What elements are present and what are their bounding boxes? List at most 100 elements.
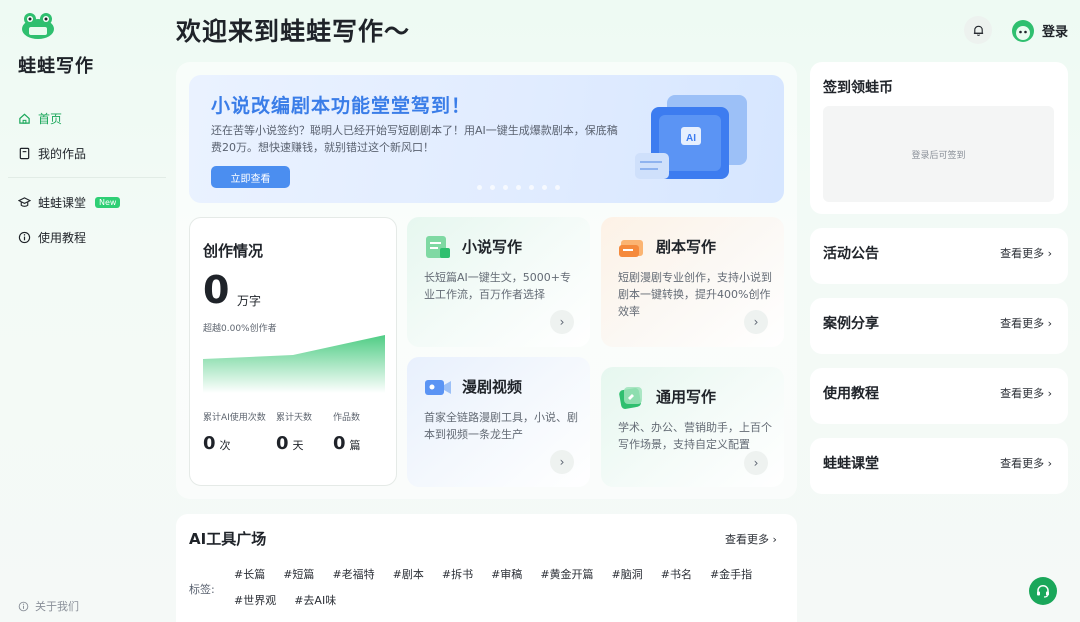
sidebar-item-home[interactable]: 首页 [18,110,62,127]
stat-label: 累计天数 [276,413,313,423]
page-title: 欢迎来到蛙蛙写作～ [176,17,411,46]
customer-service-button[interactable] [1029,577,1057,605]
tag-item[interactable]: #金手指 [710,566,752,582]
checkin-hint: 登录后可签到 [911,150,966,161]
case-share-card[interactable]: 案例分享 查看更多 › [810,298,1068,354]
tool-description: 长短篇AI一键生文，5000+专业工作流，百万作者选择 [424,271,571,301]
tutorial-card[interactable]: 使用教程 查看更多 › [810,368,1068,424]
tool-title: 漫剧视频 [462,378,523,396]
document-icon [426,236,450,258]
word-count: 0 [203,268,230,312]
checkin-card: 签到领蛙币 登录后可签到 [810,62,1068,214]
tag-item[interactable]: #剧本 [393,566,424,582]
word-unit: 万字 [237,294,262,308]
banner-description: 还在苦等小说签约？聪明人已经开始写短剧剧本了！用AI一键生成爆款剧本，保底稿费2… [211,124,618,154]
classroom-card[interactable]: 蛙蛙课堂 查看更多 › [810,438,1068,494]
about-us-label: 关于我们 [35,600,79,613]
tag-item[interactable]: #世界观 [234,592,276,608]
carousel-dot[interactable] [490,185,495,190]
notification-button[interactable] [964,16,992,44]
tags-list: #长篇 #短篇 #老福特 #剧本 #拆书 #审稿 #黄金开篇 #脑洞 #书名 #… [234,566,774,608]
stat-unit: 天 [292,439,304,452]
stat-label: 累计AI使用次数 [203,413,266,423]
more-label: 查看更多 [1000,457,1045,470]
more-link[interactable]: 查看更多 › [1000,385,1052,401]
chevron-right-icon: › [1047,317,1052,330]
frog-logo-icon[interactable] [20,10,56,40]
stat-value: 0 [276,433,289,454]
ai-tools-more-link[interactable]: 查看更多 › [725,531,777,547]
ai-label: AI [686,133,696,144]
carousel-dot[interactable] [529,185,534,190]
chevron-right-icon[interactable]: › [550,450,574,474]
days-stat: 累计天数 0天 [276,410,312,454]
sidebar-item-tutorial[interactable]: 使用教程 [18,229,86,246]
stats-area-chart [203,335,385,393]
more-link[interactable]: 查看更多 › [1000,455,1052,471]
tag-item[interactable]: #脑洞 [612,566,643,582]
more-link[interactable]: 查看更多 › [1000,245,1052,261]
new-badge: New [95,197,121,208]
sidebar-item-my-works[interactable]: 我的作品 [18,145,86,162]
section-title: 使用教程 [823,386,879,402]
checkin-area[interactable]: 登录后可签到 [823,106,1054,202]
sidebar-item-label: 我的作品 [38,147,87,161]
video-camera-icon [425,380,451,395]
login-button[interactable]: 登录 [1042,21,1068,40]
more-label: 查看更多 [1000,247,1045,260]
chevron-right-icon: › [1047,247,1052,260]
novel-writing-card[interactable]: 小说写作 长短篇AI一键生文，5000+专业工作流，百万作者选择 › [407,217,590,347]
chevron-right-icon[interactable]: › [550,310,574,334]
nav-divider [8,177,166,178]
chevron-right-icon[interactable]: › [744,451,768,475]
chevron-right-icon: › [1047,387,1052,400]
more-link[interactable]: 查看更多 › [1000,315,1052,331]
login-area[interactable]: 登录 [1010,17,1068,43]
tag-item[interactable]: #短篇 [283,566,314,582]
script-stack-icon [619,240,643,257]
tag-item[interactable]: #去AI味 [294,592,336,608]
stats-title: 创作情况 [203,242,264,260]
ai-tools-panel: AI工具广场 查看更多 › 标签: #长篇 #短篇 #老福特 #剧本 #拆书 #… [176,514,797,622]
chevron-right-icon[interactable]: › [744,310,768,334]
chevron-right-icon: › [772,533,777,546]
stat-label: 作品数 [333,413,361,423]
works-stat: 作品数 0篇 [333,410,361,454]
stat-value: 0 [333,433,346,454]
tag-item[interactable]: #书名 [661,566,692,582]
tag-item[interactable]: #老福特 [332,566,374,582]
book-icon [19,147,30,160]
stat-unit: 次 [219,439,231,452]
sidebar-item-classroom[interactable]: 蛙蛙课堂 New [18,194,121,211]
carousel-dot[interactable] [503,185,508,190]
tag-item[interactable]: #黄金开篇 [540,566,593,582]
carousel-dot[interactable] [542,185,547,190]
section-title: 蛙蛙课堂 [823,456,879,472]
bell-icon [973,25,983,36]
carousel-dot[interactable] [477,185,482,190]
ai-usage-stat: 累计AI使用次数 0次 [203,410,266,454]
ai-tools-title: AI工具广场 [189,530,267,548]
general-writing-card[interactable]: 通用写作 学术、办公、营销助手，上百个写作场景，支持自定义配置 › [601,367,784,487]
about-us-link[interactable]: 关于我们 [18,598,79,614]
more-label: 查看更多 [725,533,769,546]
tool-description: 学术、办公、营销助手，上百个写作场景，支持自定义配置 [618,421,772,451]
view-now-button[interactable]: 立即查看 [211,166,290,188]
chevron-right-icon: › [1047,457,1052,470]
more-label: 查看更多 [1000,317,1045,330]
tool-title: 剧本写作 [656,238,717,256]
tag-item[interactable]: #长篇 [234,566,265,582]
carousel-dots[interactable] [477,185,560,190]
promo-banner[interactable]: 小说改编剧本功能堂堂驾到！ 还在苦等小说签约？聪明人已经开始写短剧剧本了！用AI… [189,75,784,203]
announcement-card[interactable]: 活动公告 查看更多 › [810,228,1068,284]
creation-stats-card: 创作情况 0 万字 超越0.00%创作者 累计AI使用次数 0次 累计天数 0天… [189,217,397,486]
script-writing-card[interactable]: 剧本写作 短剧漫剧专业创作，支持小说到剧本一键转换，提升400%创作效率 › [601,217,784,347]
tag-item[interactable]: #拆书 [442,566,473,582]
carousel-dot[interactable] [516,185,521,190]
comic-video-card[interactable]: 漫剧视频 首家全链路漫剧工具，小说、剧本到视频一条龙生产 › [407,357,590,487]
avatar [1012,20,1034,42]
stat-value: 0 [203,433,216,454]
tag-item[interactable]: #审稿 [491,566,522,582]
carousel-dot[interactable] [555,185,560,190]
sidebar: 蛙蛙写作 首页 我的作品 蛙蛙课堂 New 使用教程 关于我们 [0,0,170,622]
